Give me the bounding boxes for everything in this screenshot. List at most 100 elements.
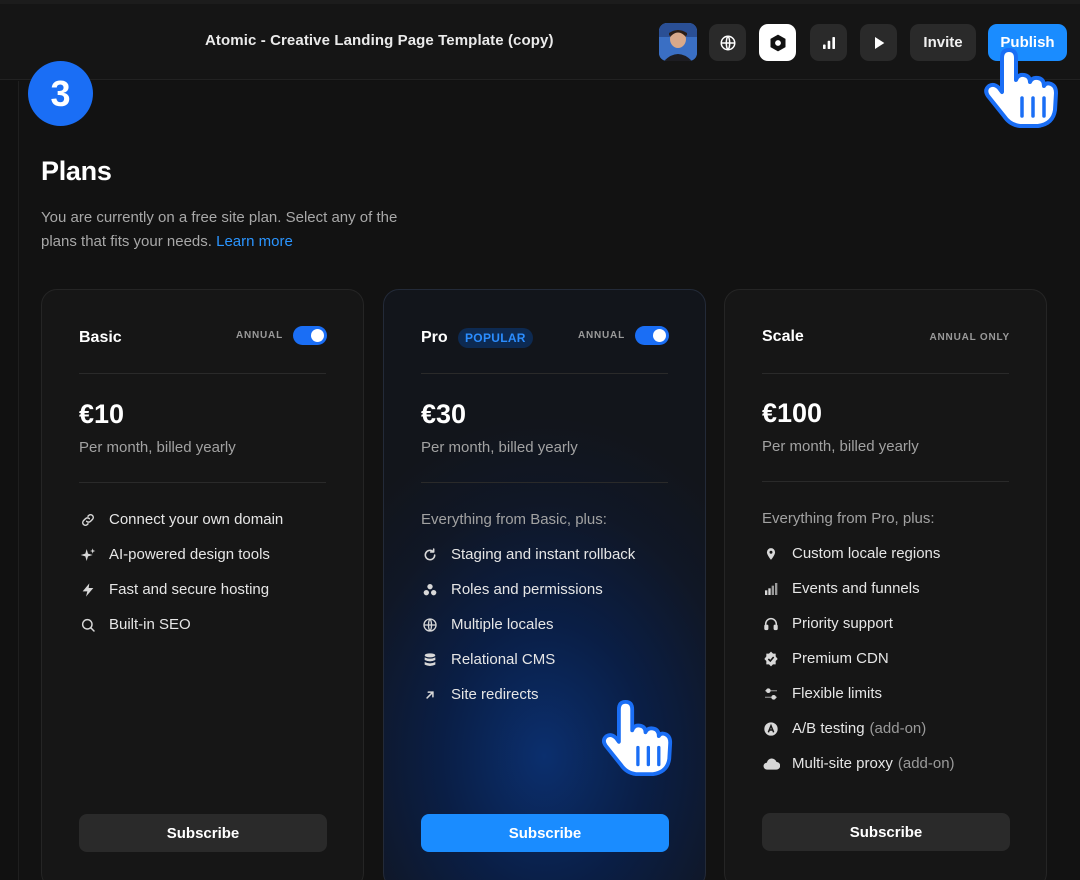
play-icon [874,36,884,49]
subscribe-button[interactable]: Subscribe [762,813,1010,851]
list-item: Multi-site proxy (add-on) [762,746,955,781]
feature-label: Built-in SEO [109,616,191,633]
list-item: Built-in SEO [79,607,283,642]
billing-period: Per month, billed yearly [421,439,578,456]
feature-label: Premium CDN [792,650,889,667]
arrow-up-right-icon [421,686,439,704]
pin-icon [762,545,780,563]
feature-label: Custom locale regions [792,545,941,562]
list-item: Fast and secure hosting [79,572,283,607]
globe-button[interactable] [709,24,746,61]
plans-description: You are currently on a free site plan. S… [41,206,401,254]
avatar[interactable] [659,23,697,61]
list-item: Events and funnels [762,571,955,606]
list-item: Relational CMS [421,642,635,677]
popular-badge: POPULAR [458,328,533,348]
plan-name: Pro [421,329,448,346]
billing-label: ANNUAL [235,330,283,341]
globe-icon [720,35,735,50]
billing-label: ANNUAL ONLY [929,332,1010,343]
plan-name: Scale [762,328,804,345]
hand-cursor-icon [602,700,673,776]
divider [762,373,1009,374]
invite-button[interactable]: Invite [910,24,976,61]
plan-intro: Everything from Pro, plus: [762,510,935,527]
list-item: Flexible limits [762,676,955,711]
feature-list: Staging and instant rollback Roles and p… [421,537,635,712]
divider [79,373,326,374]
hand-cursor-icon [984,48,1058,128]
plan-card-pro: Pro POPULAR ANNUAL €30 Per month, billed… [383,289,706,880]
cloud-icon [762,755,780,773]
feature-list: Connect your own domain AI-powered desig… [79,502,283,642]
refresh-icon [421,546,439,564]
step-number-badge: 3 [28,61,93,126]
list-item: Multiple locales [421,607,635,642]
plugin-button[interactable] [759,24,796,61]
divider [79,482,326,483]
list-item: A/B testing (add-on) [762,711,955,746]
feature-label: Fast and secure hosting [109,581,270,598]
feature-label: Site redirects [451,686,539,703]
document-title: Atomic - Creative Landing Page Template … [205,32,554,49]
subscribe-button[interactable]: Subscribe [421,814,669,852]
divider [762,481,1009,482]
plan-price: €30 [421,399,467,429]
billing-toggle-group: ANNUAL [578,326,669,345]
analytics-button[interactable] [810,24,847,61]
annual-toggle[interactable] [293,326,327,345]
database-icon [421,651,439,669]
plan-card-basic: Basic ANNUAL €10 Per month, billed yearl… [41,289,364,880]
plan-price: €100 [762,398,823,428]
plan-name: Basic [79,329,122,346]
bar-chart-icon [762,580,780,598]
billing-period: Per month, billed yearly [79,439,236,456]
hexagon-icon [770,34,785,51]
badge-check-icon [762,650,780,668]
list-item: Staging and instant rollback [421,537,635,572]
list-item: Premium CDN [762,641,955,676]
addon-label: (add-on) [869,720,927,737]
annual-toggle[interactable] [635,326,669,345]
feature-label: Staging and instant rollback [451,546,636,563]
top-bar: Atomic - Creative Landing Page Template … [0,0,1080,80]
sliders-icon [762,685,780,703]
billing-label: ANNUAL [577,330,625,341]
analytics-icon [822,36,835,49]
plan-card-scale: Scale ANNUAL ONLY €100 Per month, billed… [724,289,1047,880]
feature-label: AI-powered design tools [109,546,270,563]
list-item: Custom locale regions [762,536,955,571]
subscribe-button[interactable]: Subscribe [79,814,327,852]
feature-label: Events and funnels [792,580,920,597]
users-icon [421,581,439,599]
plan-price: €10 [79,399,125,429]
preview-button[interactable] [860,24,897,61]
feature-label: Flexible limits [792,685,883,702]
link-icon [79,511,97,529]
divider [421,482,668,483]
feature-label: Roles and permissions [451,581,603,598]
list-item: Roles and permissions [421,572,635,607]
sparkle-icon [79,546,97,564]
feature-label: A/B testing [792,720,865,737]
plan-intro: Everything from Basic, plus: [421,511,607,528]
feature-label: Multiple locales [451,616,554,633]
learn-more-link[interactable]: Learn more [216,233,293,250]
headphones-icon [762,615,780,633]
globe-icon [421,616,439,634]
feature-label: Multi-site proxy [792,755,893,772]
feature-label: Connect your own domain [109,511,284,528]
addon-label: (add-on) [897,755,955,772]
list-item: Connect your own domain [79,502,283,537]
list-item: AI-powered design tools [79,537,283,572]
feature-label: Relational CMS [451,651,556,668]
feature-list: Custom locale regions Events and funnels… [762,536,955,781]
page-title: Plans [41,156,112,186]
billing-period: Per month, billed yearly [762,438,919,455]
divider [421,373,668,374]
ab-test-icon [762,720,780,738]
list-item: Priority support [762,606,955,641]
search-icon [79,616,97,634]
feature-label: Priority support [792,615,893,632]
billing-toggle-group: ANNUAL [236,326,327,345]
